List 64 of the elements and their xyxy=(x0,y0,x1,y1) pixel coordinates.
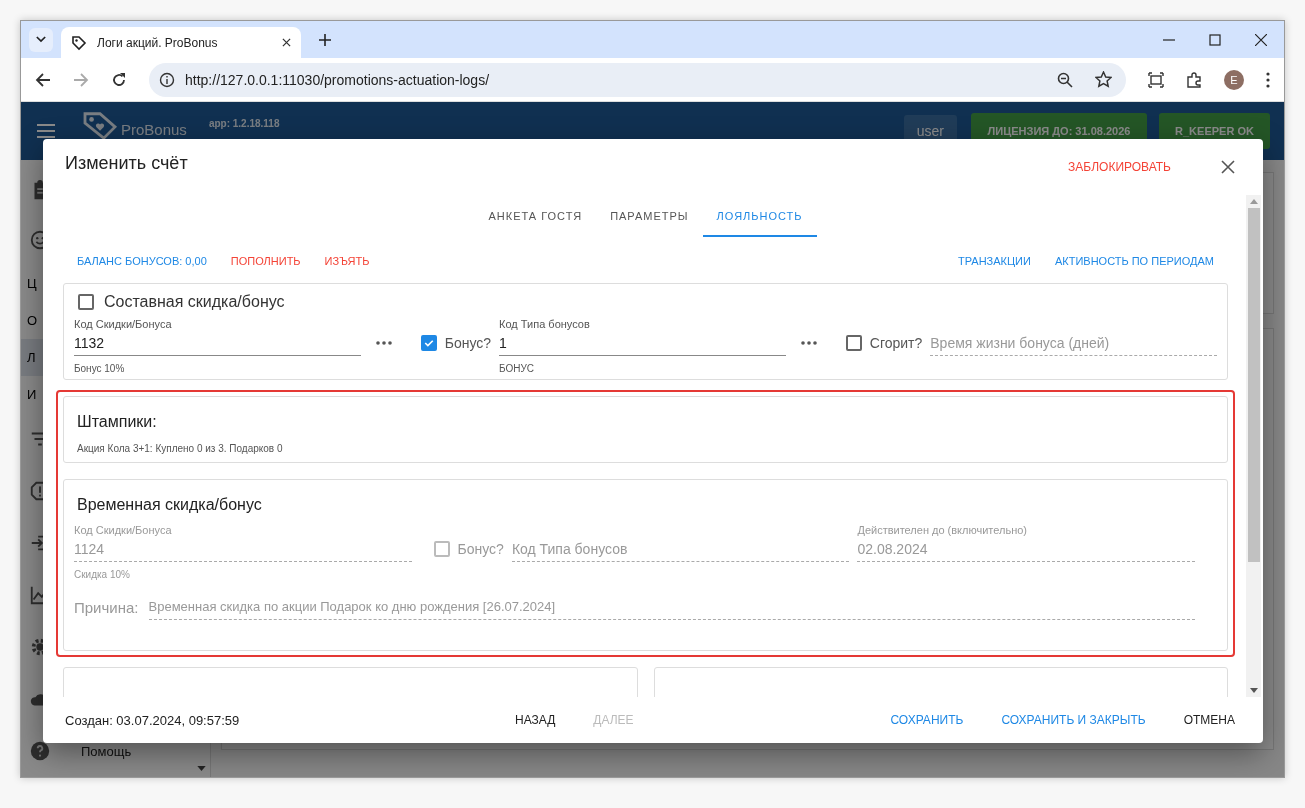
action-link[interactable]: ПОПОЛНИТЬ xyxy=(218,249,313,273)
close-icon[interactable] xyxy=(1221,160,1235,174)
field-label: Действителен до (включительно) xyxy=(857,524,1028,536)
help-icon[interactable] xyxy=(29,740,51,762)
field-label: Причина: xyxy=(74,598,139,616)
tag-icon xyxy=(71,34,87,51)
profile-avatar[interactable]: E xyxy=(1224,69,1244,90)
scrollbar[interactable] xyxy=(1246,195,1261,697)
stamp-info: Акция Кола 3+1: Куплено 0 из 3. Подарков 0 xyxy=(77,443,284,454)
created-date: Создан: 03.07.2024, 09:57:59 xyxy=(65,712,241,728)
dialog-button[interactable]: СОХРАНИТЬ И ЗАКРЫТЬ xyxy=(993,707,1154,733)
action-link[interactable]: ИЗЪЯТЬ xyxy=(312,249,382,273)
checkbox-label: Составная скидка/бонус xyxy=(104,293,285,311)
action-link[interactable]: АКТИВНОСТЬ ПО ПЕРИОДАМ xyxy=(1042,249,1226,273)
more-icon xyxy=(800,341,817,345)
field-label: Код Типа бонусов xyxy=(499,318,590,330)
more-icon xyxy=(375,341,392,345)
puzzle-icon[interactable] xyxy=(1186,71,1202,88)
scroll-down-icon[interactable] xyxy=(197,766,206,771)
card-title: Временная скидка/бонус xyxy=(76,496,263,514)
version-label: app: 1.2.18.118 xyxy=(208,118,280,129)
star-icon[interactable] xyxy=(1095,71,1112,88)
checkbox-label: Сгорит? xyxy=(869,335,923,351)
reload-icon[interactable] xyxy=(111,71,127,88)
chevron-down-icon xyxy=(36,36,46,43)
helper-text: Скидка 10% xyxy=(74,569,130,580)
sidebar-item[interactable]: Помощь xyxy=(81,743,132,759)
field-label: Код Скидки/Бонуса xyxy=(74,524,172,536)
back-icon[interactable] xyxy=(35,71,51,88)
action-link[interactable]: ТРАНЗАКЦИИ xyxy=(946,249,1043,273)
maximize-icon[interactable] xyxy=(1209,33,1221,46)
tab[interactable]: АНКЕТА ГОСТЯ xyxy=(474,197,597,237)
checkbox-label: Бонус? xyxy=(457,541,504,557)
dialog-button[interactable]: ОТМЕНА xyxy=(1175,707,1243,733)
screen-icon[interactable] xyxy=(1148,71,1164,88)
input-field[interactable]: 1132 xyxy=(74,330,361,356)
zoom-icon[interactable] xyxy=(1057,71,1073,88)
close-icon[interactable] xyxy=(1255,33,1267,46)
tag-heart-icon xyxy=(81,110,119,140)
scroll-down-icon[interactable] xyxy=(1249,688,1258,693)
helper-text: Бонус 10% xyxy=(74,363,125,374)
action-link[interactable]: БАЛАНС БОНУСОВ: 0,00 xyxy=(65,249,219,273)
browser-tab[interactable]: Логи акций. ProBonus xyxy=(61,27,301,58)
logo-text: ProBonus xyxy=(121,120,187,138)
menu-icon[interactable] xyxy=(1266,71,1270,88)
helper-text: БОНУС xyxy=(499,363,535,374)
checkbox-label: Бонус? xyxy=(444,335,492,351)
tab-list-button[interactable] xyxy=(29,27,53,52)
checkbox[interactable] xyxy=(420,335,437,351)
card-title: Штампики: xyxy=(77,413,158,431)
dialog-title: Изменить счёт xyxy=(65,152,188,174)
checkbox[interactable] xyxy=(78,294,94,310)
info-icon[interactable] xyxy=(159,71,175,88)
input-field[interactable]: 1 xyxy=(499,330,786,356)
nav-button[interactable]: НАЗАД xyxy=(507,707,564,733)
address-bar[interactable]: http://127.0.0.1:11030/promotions-actuation-logs/ xyxy=(149,62,1126,97)
close-icon[interactable] xyxy=(282,38,291,47)
dialog-button[interactable]: СОХРАНИТЬ xyxy=(882,707,972,733)
block-button[interactable]: ЗАБЛОКИРОВАТЬ xyxy=(1060,154,1179,180)
new-tab-icon[interactable] xyxy=(319,33,331,46)
tab[interactable]: ЛОЯЛЬНОСТЬ xyxy=(702,197,817,237)
tab[interactable]: ПАРАМЕТРЫ xyxy=(596,197,703,237)
checkbox[interactable] xyxy=(845,335,862,351)
field-label: Код Скидки/Бонуса xyxy=(74,318,172,330)
